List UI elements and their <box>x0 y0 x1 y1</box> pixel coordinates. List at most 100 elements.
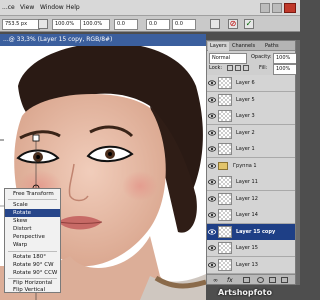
layer-thumbnail <box>218 126 232 139</box>
tab-paths[interactable]: Paths <box>263 42 281 51</box>
layer-row[interactable]: Layer 6 <box>207 75 295 92</box>
tab-channels[interactable]: Channels <box>230 42 257 51</box>
menu-bar: ...ce View Window Help <box>0 0 300 16</box>
lock-image-icon[interactable] <box>235 65 241 71</box>
menu-item-view[interactable]: View <box>20 4 34 11</box>
menu-item-rotate[interactable]: Rotate <box>5 209 60 217</box>
layer-row[interactable]: Layer 11 <box>207 174 295 191</box>
menu-item-distort[interactable]: Distort <box>5 225 60 233</box>
layers-panel: Layers Channels Paths Normal Opacity: 10… <box>206 40 299 285</box>
layer-row[interactable]: Layer 2 <box>207 124 295 142</box>
menu-item-rotate-90-ccw[interactable]: Rotate 90° CCW <box>5 269 60 277</box>
layer-name: Layer 14 <box>236 212 258 218</box>
commit-transform-icon[interactable]: ✓ <box>244 19 254 29</box>
opacity-label: Opacity: <box>251 54 272 60</box>
menu-item-window[interactable]: Window <box>40 4 64 11</box>
layer-row[interactable]: Layer 3 <box>207 108 295 125</box>
layer-row[interactable]: Layer 14 <box>207 207 295 224</box>
minimize-button[interactable] <box>260 3 270 13</box>
layer-thumbnail <box>218 209 232 221</box>
height-field[interactable]: 100.0% <box>80 19 110 30</box>
layer-thumbnail <box>218 110 232 122</box>
eye-icon[interactable] <box>208 145 216 153</box>
layer-row[interactable]: Layer 15 <box>207 240 295 257</box>
layer-list: Layer 6 Layer 5 Layer 3 Layer 2 Layer 1 Групп… <box>207 75 295 274</box>
lock-position-icon[interactable] <box>243 65 249 71</box>
eye-icon[interactable] <box>208 178 216 186</box>
link-layers-icon[interactable]: ∞ <box>213 277 218 284</box>
layer-name: Layer 13 <box>236 261 258 268</box>
transform-context-menu: Free Transform Scale Rotate Skew Distort… <box>4 188 61 293</box>
lock-label: Lock: <box>209 65 223 71</box>
layer-thumbnail <box>218 192 232 205</box>
menu-item-free-transform[interactable]: Free Transform <box>5 190 60 198</box>
blend-row: Normal Opacity: 100% <box>209 53 299 64</box>
eye-icon[interactable] <box>208 162 216 170</box>
trash-icon[interactable] <box>281 277 288 283</box>
link-icon[interactable] <box>38 19 48 29</box>
lock-row: Lock: Fill: 100% <box>209 64 299 75</box>
layer-name: Layer 15 <box>236 245 258 251</box>
warp-mode-icon[interactable] <box>210 19 220 29</box>
lock-transparency-icon[interactable] <box>227 65 233 71</box>
layer-row[interactable]: Layer 12 <box>207 190 295 208</box>
angle-field[interactable]: 0.0 <box>114 19 138 30</box>
menu-item-skew[interactable]: Skew <box>5 217 60 225</box>
layer-thumbnail <box>218 77 232 89</box>
eye-icon[interactable] <box>208 228 216 236</box>
blend-mode-select[interactable]: Normal <box>209 53 247 64</box>
menu-item-warp[interactable]: Warp <box>5 241 60 249</box>
new-group-icon[interactable] <box>269 277 276 283</box>
eye-icon[interactable] <box>208 79 216 87</box>
fill-label: Fill: <box>259 65 268 71</box>
menu-item-scale[interactable]: Scale <box>5 201 60 209</box>
layer-row[interactable]: Layer 1 <box>207 141 295 158</box>
panel-scrollbar[interactable] <box>296 40 300 285</box>
menu-item-rotate-180[interactable]: Rotate 180° <box>5 253 60 261</box>
tab-layers[interactable]: Layers <box>208 42 229 51</box>
eye-icon[interactable] <box>208 261 216 269</box>
eye-icon[interactable] <box>208 96 216 104</box>
layer-style-icon[interactable]: fx <box>227 277 233 284</box>
width-field[interactable]: 100.0% <box>52 19 82 30</box>
eye-icon[interactable] <box>208 244 216 252</box>
menu-separator <box>8 251 57 252</box>
layer-name: Layer 12 <box>236 195 258 202</box>
menu-item-flip-vertical[interactable]: Flip Vertical <box>5 286 60 294</box>
layer-row[interactable]: Layer 15 copy <box>207 223 295 241</box>
folder-icon <box>218 161 228 170</box>
eye-icon[interactable] <box>208 112 216 120</box>
watermark-text: Artshopfoto <box>218 288 272 297</box>
layer-row[interactable]: Layer 5 <box>207 91 295 109</box>
x-field[interactable]: 753.5 px <box>2 19 40 30</box>
layer-name: Layer 2 <box>236 129 255 136</box>
menu-item-perspective[interactable]: Perspective <box>5 233 60 241</box>
layer-name: Layer 5 <box>236 96 255 103</box>
close-button[interactable] <box>284 3 296 13</box>
menu-separator <box>8 199 57 200</box>
maximize-button[interactable] <box>272 3 282 13</box>
cancel-transform-icon[interactable]: ⊘ <box>228 19 238 29</box>
layer-row[interactable]: Layer 13 <box>207 256 295 274</box>
eye-icon[interactable] <box>208 195 216 203</box>
eye-icon[interactable] <box>208 129 216 137</box>
menu-item-help[interactable]: Help <box>66 4 80 11</box>
layer-mask-icon[interactable] <box>243 277 250 283</box>
eye-icon[interactable] <box>208 211 216 219</box>
adjustment-layer-icon[interactable] <box>257 277 264 283</box>
panel-footer: ∞ fx <box>207 274 295 284</box>
layer-thumbnail <box>218 225 232 238</box>
layer-row[interactable]: Группа 1 <box>207 157 295 175</box>
layer-name: Layer 15 copy <box>236 228 276 235</box>
layer-name: Layer 3 <box>236 113 255 119</box>
layer-name: Layer 6 <box>236 80 255 86</box>
layer-thumbnail <box>218 93 232 106</box>
document-title: ...@ 33,3% (Layer 15 copy, RGB/8#) <box>0 34 206 46</box>
menu-item-rotate-90-cw[interactable]: Rotate 90° CW <box>5 261 60 269</box>
panel-tabs: Layers Channels Paths <box>207 41 295 51</box>
v-skew-field[interactable]: 0.0 <box>172 19 196 30</box>
h-skew-field[interactable]: 0.0 <box>146 19 170 30</box>
layer-thumbnail <box>218 176 232 188</box>
menu-item-select[interactable]: ...ce <box>2 4 15 11</box>
layer-thumbnail <box>218 258 232 271</box>
